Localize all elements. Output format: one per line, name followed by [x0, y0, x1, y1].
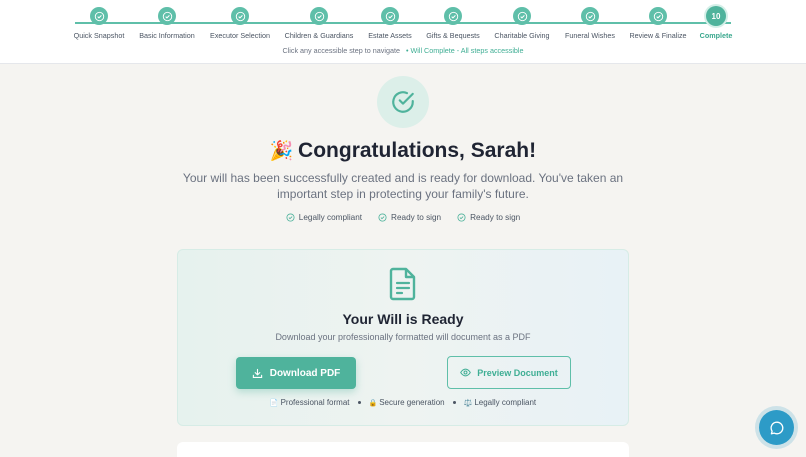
- check-icon: [381, 7, 399, 25]
- hint-text: Click any accessible step to navigate: [282, 46, 400, 55]
- card-description: Download your professionally formatted w…: [275, 332, 531, 342]
- check-icon: [444, 7, 462, 25]
- progress-stepper: Quick Snapshot Basic Information Executo…: [0, 0, 806, 64]
- check-circle-icon: [286, 213, 295, 222]
- feature-item: Ready to sign: [457, 213, 520, 222]
- check-icon: [158, 7, 176, 25]
- success-badge: [377, 76, 429, 128]
- preview-document-button[interactable]: Preview Document: [447, 356, 571, 389]
- chat-icon: [769, 421, 783, 434]
- document-icon: [389, 267, 416, 301]
- navigation-hint: Click any accessible step to navigate • …: [0, 46, 806, 55]
- lock-icon: 🔒: [368, 400, 378, 407]
- next-section-card: [177, 442, 629, 457]
- chat-button[interactable]: [759, 410, 794, 445]
- party-popper-icon: 🎉: [269, 141, 294, 162]
- check-icon: [310, 7, 328, 25]
- feature-label: Legally compliant: [298, 213, 363, 222]
- download-pdf-button[interactable]: Download PDF: [236, 357, 356, 389]
- step-complete[interactable]: 10 Complete: [661, 6, 771, 40]
- meta-item: 🔒 Secure generation: [368, 398, 445, 407]
- feature-label: Ready to sign: [470, 213, 521, 222]
- feature-item: Legally compliant: [286, 213, 362, 222]
- check-icon: [581, 7, 599, 25]
- feature-item: Ready to sign: [378, 213, 441, 222]
- document-meta: 📄 Professional format 🔒 Secure generation …: [178, 398, 628, 407]
- separator-dot: [357, 401, 361, 404]
- eye-icon: [460, 368, 472, 377]
- check-circle-icon: [457, 213, 466, 222]
- feature-label: Ready to sign: [391, 213, 442, 222]
- check-icon: [90, 7, 108, 25]
- completion-status: • Will Complete - All steps accessible: [405, 46, 524, 55]
- check-icon: [513, 7, 531, 25]
- congratulations-title: Congratulations, Sarah!: [298, 139, 537, 162]
- separator-dot: [452, 401, 456, 404]
- check-icon: [231, 7, 249, 25]
- check-circle-icon: [378, 213, 387, 222]
- success-message: Your will has been successfully created …: [182, 171, 624, 201]
- preview-label: Preview Document: [477, 367, 558, 378]
- scales-icon: ⚖️: [463, 400, 473, 407]
- download-label: Download PDF: [269, 367, 341, 379]
- meta-item: ⚖️ Legally compliant: [463, 398, 537, 407]
- step-label: Complete: [699, 31, 733, 40]
- page-icon: 📄: [269, 400, 279, 407]
- check-circle-icon: [392, 91, 414, 113]
- card-title: Your Will is Ready: [342, 311, 464, 327]
- feature-list: Legally compliant Ready to sign Ready to…: [0, 213, 806, 222]
- will-ready-card: Your Will is Ready Download your profess…: [177, 249, 629, 426]
- download-icon: [252, 368, 262, 378]
- meta-item: 📄 Professional format: [269, 398, 350, 407]
- page-title: 🎉 Congratulations, Sarah!: [0, 139, 806, 163]
- step-number: 10: [706, 6, 726, 26]
